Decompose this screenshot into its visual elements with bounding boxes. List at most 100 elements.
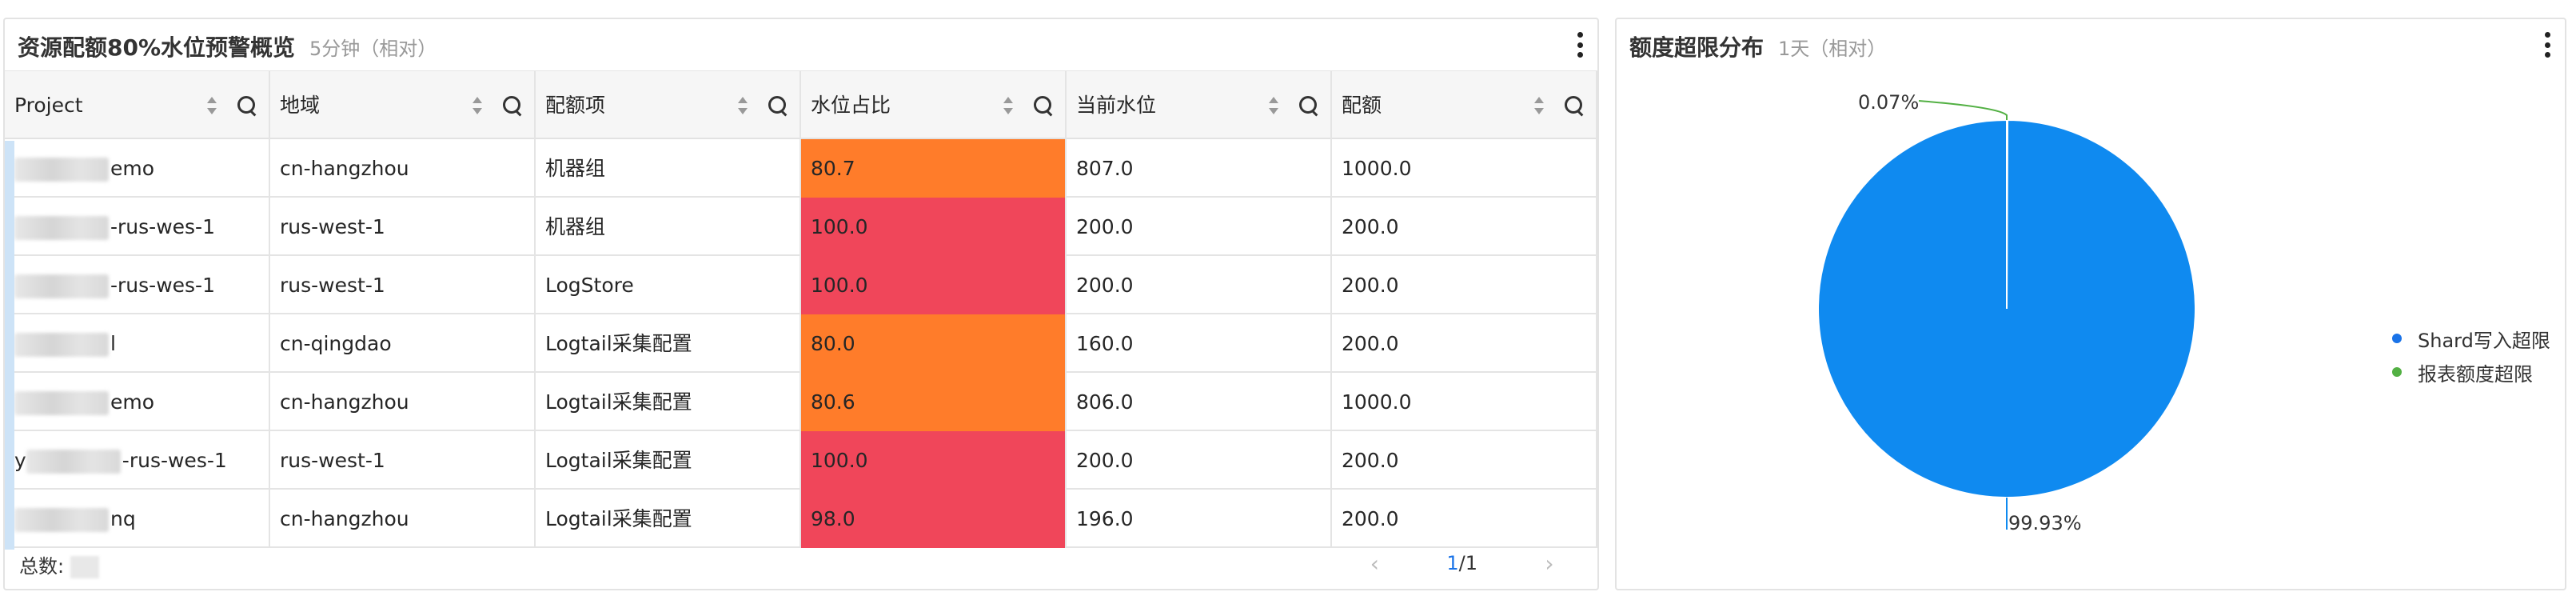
cell-quota-item: 机器组	[536, 198, 801, 256]
redacted-project-name	[14, 333, 109, 357]
search-icon[interactable]	[768, 95, 788, 116]
redacted-project-name	[14, 158, 109, 182]
search-icon[interactable]	[237, 95, 257, 116]
total-pages: /1	[1458, 552, 1477, 574]
cell-region: rus-west-1	[270, 431, 536, 490]
pie-chart-area: 0.07% 99.93% Shard写入超限 报表额度超限	[1617, 70, 2565, 589]
table-row[interactable]: y -rus-wes-1 rus-west-1 Logtail采集配置 100.0 200…	[5, 431, 1597, 490]
sort-icon[interactable]	[1268, 97, 1279, 114]
pagination: ‹ 1/1 ›	[1358, 547, 1565, 579]
quota-exceed-panel: 额度超限分布 1天（相对） 0.07% 99.93% Shard写入超限 报表额度超限	[1615, 18, 2566, 590]
sort-icon[interactable]	[472, 97, 483, 114]
time-range-label[interactable]: 5分钟（相对）	[309, 38, 437, 60]
quota-table: Project 地域 配额项 水位占比 当前水位 配额 emo cn-hangzh…	[5, 70, 1597, 550]
legend-item[interactable]: 报表额度超限	[2392, 355, 2550, 389]
cell-quota-item: Logtail采集配置	[536, 373, 801, 431]
cell-current: 200.0	[1067, 431, 1332, 490]
redacted-project-name	[14, 391, 109, 415]
column-header-ratio[interactable]: 水位占比	[801, 71, 1067, 140]
cell-project: emo	[5, 373, 270, 431]
table-row[interactable]: emo cn-hangzhou 机器组 80.7 807.0 1000.0	[5, 139, 1597, 198]
cell-region: cn-hangzhou	[270, 139, 536, 198]
redacted-project-name	[14, 216, 109, 240]
project-name-suffix: -rus-wes-1	[122, 449, 227, 472]
table-row[interactable]: -rus-wes-1 rus-west-1 LogStore 100.0 200.0 20…	[5, 256, 1597, 314]
cell-quota: 1000.0	[1332, 373, 1597, 431]
row-selection-bar	[5, 141, 14, 550]
project-name-suffix: emo	[110, 390, 155, 414]
panel-header: 资源配额80%水位预警概览 5分钟（相对）	[5, 19, 1597, 70]
project-name-suffix: nq	[110, 507, 136, 530]
search-icon[interactable]	[1033, 95, 1054, 116]
cell-ratio: 100.0	[801, 431, 1067, 490]
redacted-project-name	[14, 274, 109, 298]
panel-header: 额度超限分布 1天（相对）	[1617, 19, 2565, 70]
search-icon[interactable]	[1564, 95, 1585, 116]
total-count: 总数:	[19, 550, 100, 578]
pie-chart: 0.07% 99.93%	[1816, 91, 2196, 534]
more-options-icon[interactable]	[2539, 32, 2555, 58]
legend-dot-icon	[2392, 367, 2402, 377]
project-prefix: y	[14, 449, 26, 472]
table-row[interactable]: -rus-wes-1 rus-west-1 机器组 100.0 200.0 200.0	[5, 198, 1597, 256]
column-header-quota[interactable]: 配额	[1332, 71, 1597, 140]
table-row[interactable]: emo cn-hangzhou Logtail采集配置 80.6 806.0 1000.0	[5, 373, 1597, 431]
cell-current: 807.0	[1067, 139, 1332, 198]
legend-item[interactable]: Shard写入超限	[2392, 322, 2550, 355]
search-icon[interactable]	[502, 95, 523, 116]
cell-ratio: 80.6	[801, 373, 1067, 431]
panel-title: 额度超限分布 1天（相对）	[1629, 30, 1886, 62]
legend-dot-icon	[2392, 334, 2402, 343]
search-icon[interactable]	[1298, 95, 1319, 116]
cell-current: 200.0	[1067, 198, 1332, 256]
table-header: Project 地域 配额项 水位占比 当前水位 配额	[5, 70, 1597, 140]
cell-region: rus-west-1	[270, 198, 536, 256]
project-name-suffix: -rus-wes-1	[110, 215, 215, 238]
cell-project: -rus-wes-1	[5, 198, 270, 256]
cell-quota: 200.0	[1332, 256, 1597, 314]
cell-quota: 1000.0	[1332, 139, 1597, 198]
panel-title-text: 额度超限分布	[1629, 34, 1765, 61]
sort-icon[interactable]	[206, 97, 217, 114]
table-row[interactable]: l cn-qingdao Logtail采集配置 80.0 160.0 200.0	[5, 314, 1597, 373]
current-page[interactable]: 1	[1446, 552, 1458, 574]
prev-page-icon[interactable]: ‹	[1358, 547, 1390, 579]
column-header-region[interactable]: 地域	[270, 71, 536, 140]
quota-warning-panel: 资源配额80%水位预警概览 5分钟（相对） Project 地域 配额项 水位占比…	[3, 18, 1599, 590]
cell-current: 200.0	[1067, 256, 1332, 314]
next-page-icon[interactable]: ›	[1533, 547, 1565, 579]
column-header-quota-item[interactable]: 配额项	[536, 71, 801, 140]
cell-quota-item: LogStore	[536, 256, 801, 314]
time-range-label[interactable]: 1天（相对）	[1778, 38, 1886, 60]
table-footer: 总数: ‹ 1/1 ›	[5, 539, 1597, 587]
panel-title-text: 资源配额80%水位预警概览	[18, 34, 296, 61]
panel-title: 资源配额80%水位预警概览 5分钟（相对）	[18, 30, 437, 62]
legend-label: 报表额度超限	[2418, 362, 2533, 386]
cell-ratio: 80.7	[801, 139, 1067, 198]
sort-icon[interactable]	[1533, 97, 1545, 114]
cell-region: cn-qingdao	[270, 314, 536, 373]
project-name-suffix: emo	[110, 157, 155, 180]
column-header-project[interactable]: Project	[5, 71, 270, 140]
data-label: 0.07%	[1858, 91, 1919, 114]
chart-legend: Shard写入超限 报表额度超限	[2392, 322, 2550, 389]
sort-icon[interactable]	[737, 97, 748, 114]
total-count-value	[70, 556, 100, 578]
legend-label: Shard写入超限	[2418, 329, 2550, 352]
redacted-project-name	[26, 450, 121, 474]
cell-current: 806.0	[1067, 373, 1332, 431]
cell-region: rus-west-1	[270, 256, 536, 314]
cell-quota: 200.0	[1332, 198, 1597, 256]
cell-project: l	[5, 314, 270, 373]
sort-icon[interactable]	[1003, 97, 1014, 114]
cell-quota: 200.0	[1332, 314, 1597, 373]
more-options-icon[interactable]	[1572, 32, 1588, 58]
cell-project: y -rus-wes-1	[5, 431, 270, 490]
cell-quota: 200.0	[1332, 431, 1597, 490]
data-label: 99.93%	[2008, 512, 2082, 534]
cell-quota-item: Logtail采集配置	[536, 314, 801, 373]
cell-region: cn-hangzhou	[270, 373, 536, 431]
table-body: emo cn-hangzhou 机器组 80.7 807.0 1000.0 -rus-wes…	[5, 139, 1597, 548]
column-header-current[interactable]: 当前水位	[1067, 71, 1332, 140]
label-leader-line	[1918, 100, 2008, 120]
